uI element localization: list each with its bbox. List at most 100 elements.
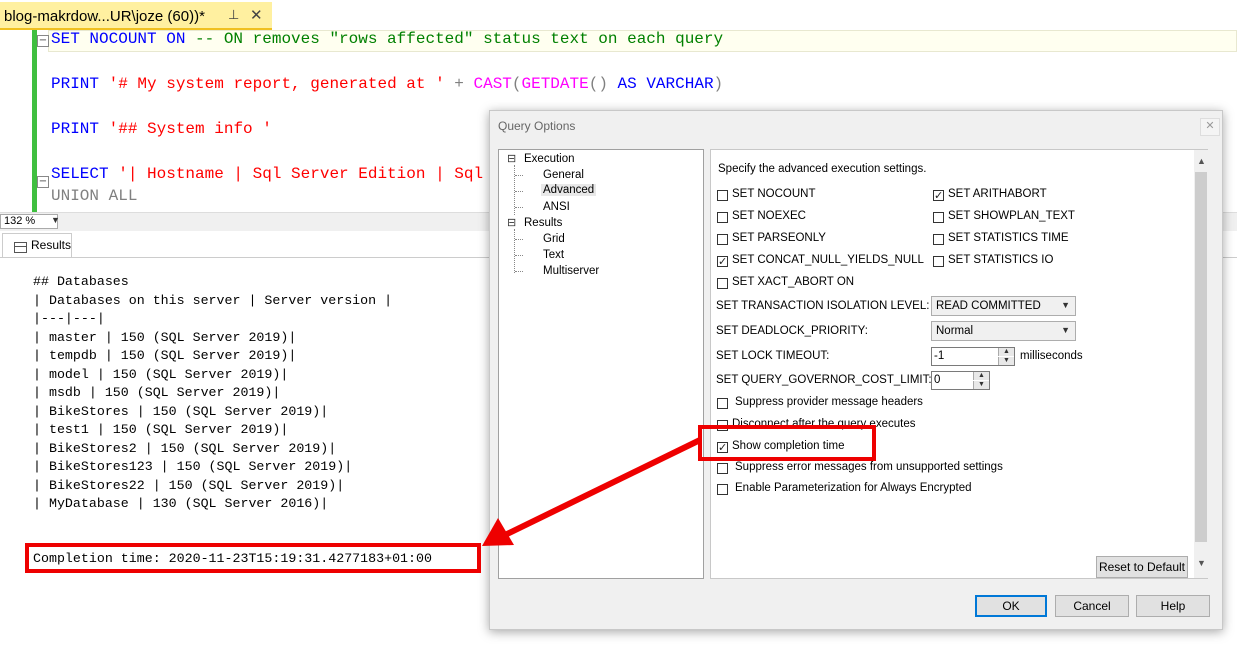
result-line: ## Databases	[33, 274, 129, 289]
scrollbar-thumb[interactable]	[1195, 172, 1207, 542]
spin-down-icon[interactable]: ▼	[973, 381, 989, 389]
suppress-provider-label: Suppress provider message headers	[735, 396, 923, 408]
set-nocount-checkbox[interactable]	[717, 190, 728, 201]
governor-cost-limit-stepper[interactable]: 0 ▲ ▼	[931, 371, 990, 390]
deadlock-priority-select[interactable]: Normal ▼	[931, 321, 1076, 341]
tree-item-general[interactable]: General	[543, 169, 584, 181]
tree-branch	[515, 255, 523, 257]
set-xact-abort-label: SET XACT_ABORT ON	[732, 276, 855, 288]
set-statistics-io-label: SET STATISTICS IO	[948, 254, 1054, 266]
collapse-icon[interactable]: ⊟	[507, 152, 516, 165]
result-line: | BikeStores123 | 150 (SQL Server 2019)|	[33, 459, 353, 474]
set-statistics-time-checkbox[interactable]	[933, 234, 944, 245]
tree-item-multiserver[interactable]: Multiserver	[543, 265, 599, 277]
tree-item-ansi[interactable]: ANSI	[543, 201, 570, 213]
show-completion-highlight-box	[698, 425, 876, 461]
result-line: |---|---|	[33, 311, 105, 326]
lock-timeout-value: -1	[934, 350, 945, 362]
query-options-dialog: Query Options ✕ ⊟ Execution General Adva…	[489, 110, 1223, 630]
lock-timeout-stepper[interactable]: -1 ▲ ▼	[931, 347, 1015, 366]
pin-icon[interactable]: ⊥	[228, 7, 239, 23]
tree-item-results[interactable]: Results	[524, 217, 562, 229]
collapse-icon[interactable]: −	[37, 176, 49, 188]
chevron-down-icon: ▼	[1061, 300, 1070, 310]
result-line: | tempdb | 150 (SQL Server 2019)|	[33, 348, 297, 363]
tree-guide-line	[514, 229, 515, 273]
spin-up-icon[interactable]: ▲	[998, 348, 1014, 356]
code-line-3: PRINT '## System info '	[51, 120, 272, 138]
vertical-scrollbar[interactable]: ▲ ▼	[1194, 150, 1208, 578]
chevron-down-icon: ▼	[51, 215, 60, 225]
tree-branch	[515, 191, 523, 193]
set-noexec-label: SET NOEXEC	[732, 210, 806, 222]
panel-description: Specify the advanced execution settings.	[718, 163, 927, 175]
scroll-down-icon[interactable]: ▼	[1197, 558, 1206, 568]
isolation-level-select[interactable]: READ COMMITTED ▼	[931, 296, 1076, 316]
set-arithabort-checkbox[interactable]: ✓	[933, 190, 944, 201]
ok-button[interactable]: OK	[975, 595, 1047, 617]
suppress-errors-checkbox[interactable]	[717, 463, 728, 474]
lock-timeout-label: SET LOCK TIMEOUT:	[716, 350, 830, 362]
tree-branch	[515, 239, 523, 241]
tree-item-text[interactable]: Text	[543, 249, 564, 261]
results-grid-icon	[14, 242, 27, 253]
code-line-5: UNION ALL	[51, 187, 138, 205]
suppress-errors-label: Suppress error messages from unsupported…	[735, 461, 1003, 473]
spin-up-icon[interactable]: ▲	[973, 372, 989, 380]
collapse-icon[interactable]: −	[37, 35, 49, 47]
advanced-settings-panel: Specify the advanced execution settings.…	[710, 149, 1208, 579]
code-line-4: SELECT '| Hostname | Sql Server Edition …	[51, 165, 503, 183]
isolation-level-label: SET TRANSACTION ISOLATION LEVEL:	[716, 300, 930, 312]
result-line: | BikeStores | 150 (SQL Server 2019)|	[33, 403, 329, 419]
set-arithabort-label: SET ARITHABORT	[948, 188, 1047, 200]
set-noexec-checkbox[interactable]	[717, 212, 728, 223]
deadlock-priority-value: Normal	[936, 325, 974, 337]
tree-item-execution[interactable]: Execution	[524, 153, 575, 165]
tree-item-grid[interactable]: Grid	[543, 233, 565, 245]
cancel-button[interactable]: Cancel	[1055, 595, 1129, 617]
set-nocount-label: SET NOCOUNT	[732, 188, 816, 200]
set-xact-abort-checkbox[interactable]	[717, 278, 728, 289]
result-line: | master | 150 (SQL Server 2019)|	[33, 329, 297, 345]
document-tab-bar: blog-makrdow...UR\joze (60))* ⊥ ✕	[0, 0, 1237, 30]
set-parseonly-checkbox[interactable]	[717, 234, 728, 245]
zoom-dropdown[interactable]: 132 % ▼	[0, 214, 60, 229]
tab-results-label: Results	[31, 238, 72, 252]
result-line: | MyDatabase | 130 (SQL Server 2016)|	[33, 496, 329, 511]
set-concat-null-label: SET CONCAT_NULL_YIELDS_NULL	[732, 254, 924, 266]
code-line-2: PRINT '# My system report, generated at …	[51, 75, 724, 93]
set-concat-null-checkbox[interactable]: ✓	[717, 256, 728, 267]
result-line: | Databases on this server | Server vers…	[33, 292, 393, 308]
spin-down-icon[interactable]: ▼	[998, 357, 1014, 365]
result-line: | BikeStores22 | 150 (SQL Server 2019)|	[33, 477, 345, 493]
tab-results[interactable]: Results	[2, 233, 72, 257]
governor-cost-limit-label: SET QUERY_GOVERNOR_COST_LIMIT:	[716, 374, 932, 386]
set-showplan-text-label: SET SHOWPLAN_TEXT	[948, 210, 1075, 222]
enable-parameterization-checkbox[interactable]	[717, 484, 728, 495]
scroll-up-icon[interactable]: ▲	[1197, 156, 1206, 166]
set-parseonly-label: SET PARSEONLY	[732, 232, 826, 244]
result-line: | model | 150 (SQL Server 2019)|	[33, 366, 289, 382]
close-icon[interactable]: ✕	[250, 6, 263, 24]
close-icon[interactable]: ✕	[1200, 118, 1220, 136]
code-line-1: SET NOCOUNT ON -- ON removes "rows affec…	[51, 30, 724, 48]
suppress-provider-checkbox[interactable]	[717, 398, 728, 409]
result-line: | BikeStores2 | 150 (SQL Server 2019)|	[33, 440, 337, 456]
chevron-down-icon: ▼	[1061, 325, 1070, 335]
tree-item-advanced[interactable]: Advanced	[541, 184, 597, 196]
dialog-title: Query Options	[498, 119, 576, 133]
enable-parameterization-label: Enable Parameterization for Always Encry…	[735, 482, 972, 494]
result-line: | test1 | 150 (SQL Server 2019)|	[33, 422, 289, 437]
help-button[interactable]: Help	[1136, 595, 1210, 617]
set-statistics-io-checkbox[interactable]	[933, 256, 944, 267]
tree-branch	[515, 175, 523, 177]
collapse-icon[interactable]: ⊟	[507, 216, 516, 229]
set-showplan-text-checkbox[interactable]	[933, 212, 944, 223]
query-tab[interactable]: blog-makrdow...UR\joze (60))* ⊥ ✕	[0, 2, 272, 30]
governor-cost-limit-value: 0	[934, 374, 941, 386]
reset-to-default-button[interactable]: Reset to Default	[1096, 556, 1188, 578]
query-tab-title: blog-makrdow...UR\joze (60))*	[4, 8, 205, 25]
zoom-value: 132 %	[4, 215, 36, 227]
deadlock-priority-label: SET DEADLOCK_PRIORITY:	[716, 325, 868, 337]
lock-timeout-unit: milliseconds	[1020, 350, 1083, 362]
